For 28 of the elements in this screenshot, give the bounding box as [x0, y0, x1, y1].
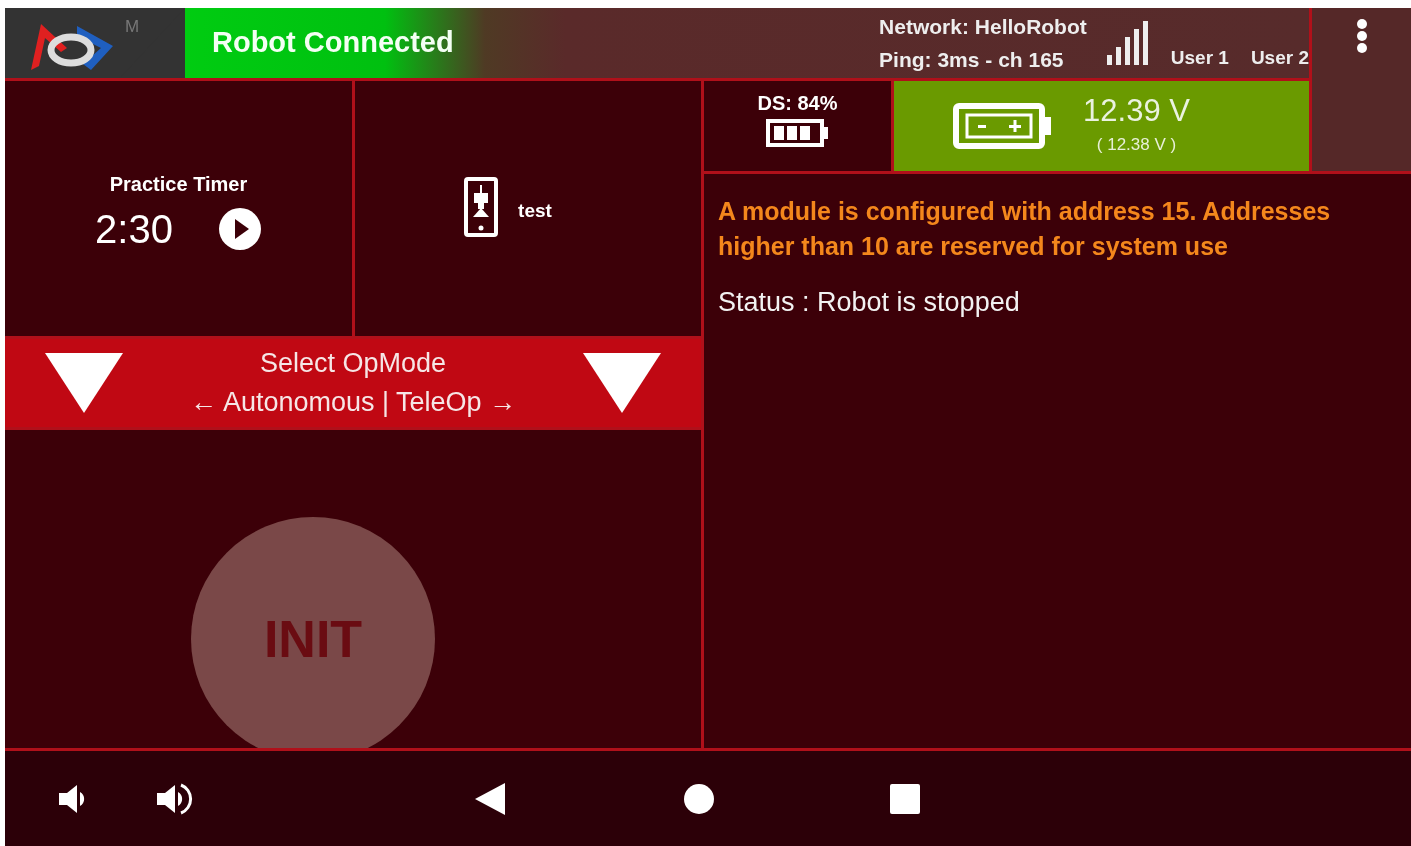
- init-button[interactable]: INIT: [191, 517, 435, 748]
- min-voltage: ( 12.38 V ): [1095, 133, 1178, 156]
- warning-message: A module is configured with address 15. Addresses higher than 10 are reserved for system use: [718, 196, 1332, 262]
- status-message: Status : Robot is stopped: [718, 286, 1021, 319]
- timer-label: Practice Timer: [109, 172, 248, 197]
- play-icon[interactable]: [217, 207, 262, 251]
- opmode-title: Select OpMode: [258, 347, 448, 380]
- user-label: User 2: [1250, 45, 1309, 70]
- opmode-hint: ← Autonomous | TeleOp →: [189, 386, 517, 419]
- ds-battery-label: DS: 84%: [757, 93, 838, 113]
- phone-robot-icon[interactable]: [464, 177, 499, 237]
- connection-status: Robot Connected: [212, 25, 454, 61]
- signal-icon: [1104, 21, 1149, 65]
- battery-icon: [765, 119, 830, 147]
- back-icon[interactable]: [473, 780, 507, 817]
- config-name: test: [518, 199, 552, 223]
- robot-voltage: 12.39 V: [1083, 94, 1190, 126]
- recents-icon[interactable]: [889, 782, 921, 815]
- ping-info: Ping: 3ms - ch 165: [879, 47, 1065, 73]
- menu-icon[interactable]: [1355, 18, 1368, 54]
- timer-value: 2:30: [95, 206, 173, 253]
- home-icon[interactable]: [683, 782, 715, 815]
- battery-icon: [953, 103, 1054, 149]
- user-label: User 1: [1170, 45, 1229, 70]
- network-name: Network: HelloRobot: [879, 14, 1087, 40]
- logo-letter: M: [125, 18, 140, 35]
- dropdown-arrow-icon[interactable]: [45, 353, 123, 413]
- dropdown-arrow-icon[interactable]: [583, 353, 661, 413]
